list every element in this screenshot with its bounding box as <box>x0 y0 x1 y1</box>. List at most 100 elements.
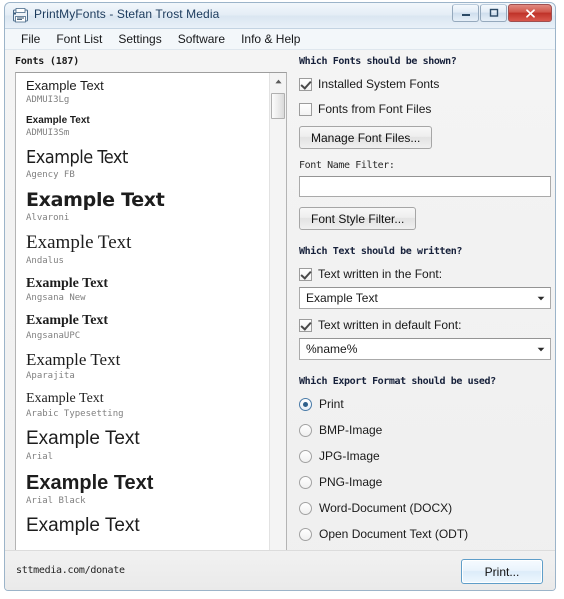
checkbox-icon[interactable] <box>299 268 312 281</box>
font-sample: Example Text <box>26 351 269 370</box>
font-list-viewport: Example Text ADMUI3Lg Example Text ADMUI… <box>16 73 269 574</box>
scrollbar-thumb[interactable] <box>271 93 285 119</box>
radio-icon[interactable] <box>299 450 312 463</box>
export-format-title: Which Export Format should be used? <box>299 376 551 387</box>
list-item[interactable]: Example Text Agency FB <box>26 148 269 180</box>
font-sample: Example Text <box>26 190 269 211</box>
radio-icon[interactable] <box>299 476 312 489</box>
radio-icon[interactable] <box>299 502 312 515</box>
checkbox-icon[interactable] <box>299 78 312 91</box>
list-item[interactable]: Example Text Arial <box>26 429 269 462</box>
font-sample: Example Text <box>26 472 269 494</box>
menu-font-list[interactable]: Font List <box>48 30 110 48</box>
checkbox-fonts-from-files[interactable]: Fonts from Font Files <box>299 102 551 116</box>
font-name: Arabic Typesetting <box>26 409 269 419</box>
radio-png-image[interactable]: PNG-Image <box>299 475 551 489</box>
font-style-filter-button[interactable]: Font Style Filter... <box>299 207 416 230</box>
radio-bmp-image[interactable]: BMP-Image <box>299 423 551 437</box>
list-item[interactable]: Example Text <box>26 516 269 537</box>
checkbox-label: Text written in the Font: <box>318 267 442 281</box>
close-button[interactable] <box>508 4 552 22</box>
menu-info-help[interactable]: Info & Help <box>233 30 308 48</box>
font-sample: Example Text <box>26 313 269 328</box>
list-item[interactable]: Example Text AngsanaUPC <box>26 313 269 340</box>
font-sample: Example Text <box>26 391 269 406</box>
menu-software[interactable]: Software <box>170 30 233 48</box>
font-name: Arial Black <box>26 496 269 506</box>
list-item[interactable]: Example Text Andalus <box>26 233 269 266</box>
radio-icon[interactable] <box>299 424 312 437</box>
checkbox-icon[interactable] <box>299 103 312 116</box>
minimize-button[interactable] <box>452 4 479 22</box>
list-item[interactable]: Example Text ADMUI3Sm <box>26 115 269 138</box>
menu-file[interactable]: File <box>13 30 48 48</box>
radio-jpg-image[interactable]: JPG-Image <box>299 449 551 463</box>
list-item[interactable]: Example Text Arial Black <box>26 472 269 506</box>
font-list-scrollbar[interactable] <box>269 73 286 574</box>
font-name: AngsanaUPC <box>26 331 269 341</box>
font-name-filter-input[interactable] <box>299 176 551 197</box>
options-panel: Which Fonts should be shown? Installed S… <box>299 56 551 591</box>
checkbox-text-default-font[interactable]: Text written in default Font: <box>299 318 551 332</box>
font-sample: Example Text <box>26 429 269 450</box>
application-root: PrintMyFonts - Stefan Trost Media <box>0 0 564 599</box>
radio-label: Open Document Text (ODT) <box>319 527 468 541</box>
print-button[interactable]: Print... <box>461 559 543 584</box>
font-sample: Example Text <box>26 79 269 93</box>
main-window: PrintMyFonts - Stefan Trost Media <box>4 2 556 591</box>
scroll-up-button[interactable] <box>270 73 286 89</box>
title-bar: PrintMyFonts - Stefan Trost Media <box>5 3 555 29</box>
checkbox-text-in-font[interactable]: Text written in the Font: <box>299 267 551 281</box>
fonts-panel: Fonts (187) Example Text ADMUI3Lg Exampl… <box>15 56 287 575</box>
radio-label: JPG-Image <box>319 449 380 463</box>
radio-word-document[interactable]: Word-Document (DOCX) <box>299 501 551 515</box>
font-name: Agency FB <box>26 170 269 180</box>
font-sample: Example Text <box>26 148 269 168</box>
manage-font-files-button[interactable]: Manage Font Files... <box>299 126 432 149</box>
list-item[interactable]: Example Text Arabic Typesetting <box>26 391 269 418</box>
which-fonts-title: Which Fonts should be shown? <box>299 56 551 67</box>
radio-label: Print <box>319 397 344 411</box>
list-item[interactable]: Example Text Aparajita <box>26 351 269 382</box>
font-name: ADMUI3Lg <box>26 95 269 105</box>
radio-icon[interactable] <box>299 398 312 411</box>
radio-label: Word-Document (DOCX) <box>319 501 452 515</box>
list-item[interactable]: Example Text ADMUI3Lg <box>26 79 269 105</box>
font-sample: Example Text <box>26 115 269 126</box>
checkbox-icon[interactable] <box>299 319 312 332</box>
maximize-icon <box>488 8 500 18</box>
fonts-count-label: Fonts (187) <box>15 56 287 67</box>
list-item[interactable]: Example Text Alvaroni <box>26 190 269 223</box>
chevron-down-icon[interactable] <box>532 339 550 359</box>
checkbox-label: Installed System Fonts <box>318 77 439 91</box>
client-area: Fonts (187) Example Text ADMUI3Lg Exampl… <box>5 50 555 591</box>
radio-print[interactable]: Print <box>299 397 551 411</box>
minimize-icon <box>460 8 472 18</box>
maximize-button[interactable] <box>480 4 507 22</box>
text-default-font-combo[interactable]: %name% <box>299 338 551 360</box>
font-sample: Example Text <box>26 276 269 291</box>
font-name: Alvaroni <box>26 213 269 223</box>
font-name: Angsana New <box>26 293 269 303</box>
close-icon <box>524 8 537 19</box>
radio-label: PNG-Image <box>319 475 382 489</box>
list-item[interactable]: Example Text Angsana New <box>26 276 269 303</box>
which-text-title: Which Text should be written? <box>299 246 551 257</box>
font-list-box[interactable]: Example Text ADMUI3Lg Example Text ADMUI… <box>15 72 287 575</box>
window-controls <box>452 4 552 22</box>
chevron-down-icon[interactable] <box>532 288 550 308</box>
checkbox-label: Fonts from Font Files <box>318 102 431 116</box>
radio-label: BMP-Image <box>319 423 382 437</box>
menu-settings[interactable]: Settings <box>110 30 169 48</box>
font-name: Arial <box>26 452 269 462</box>
text-in-font-combo[interactable]: Example Text <box>299 287 551 309</box>
donate-link[interactable]: sttmedia.com/donate <box>16 565 125 576</box>
font-name: ADMUI3Sm <box>26 128 269 138</box>
window-title: PrintMyFonts - Stefan Trost Media <box>34 7 219 21</box>
menu-bar: File Font List Settings Software Info & … <box>5 29 555 50</box>
radio-open-document-text[interactable]: Open Document Text (ODT) <box>299 527 551 541</box>
app-icon <box>12 7 29 24</box>
radio-icon[interactable] <box>299 528 312 541</box>
font-name: Andalus <box>26 256 269 266</box>
checkbox-installed-system-fonts[interactable]: Installed System Fonts <box>299 77 551 91</box>
